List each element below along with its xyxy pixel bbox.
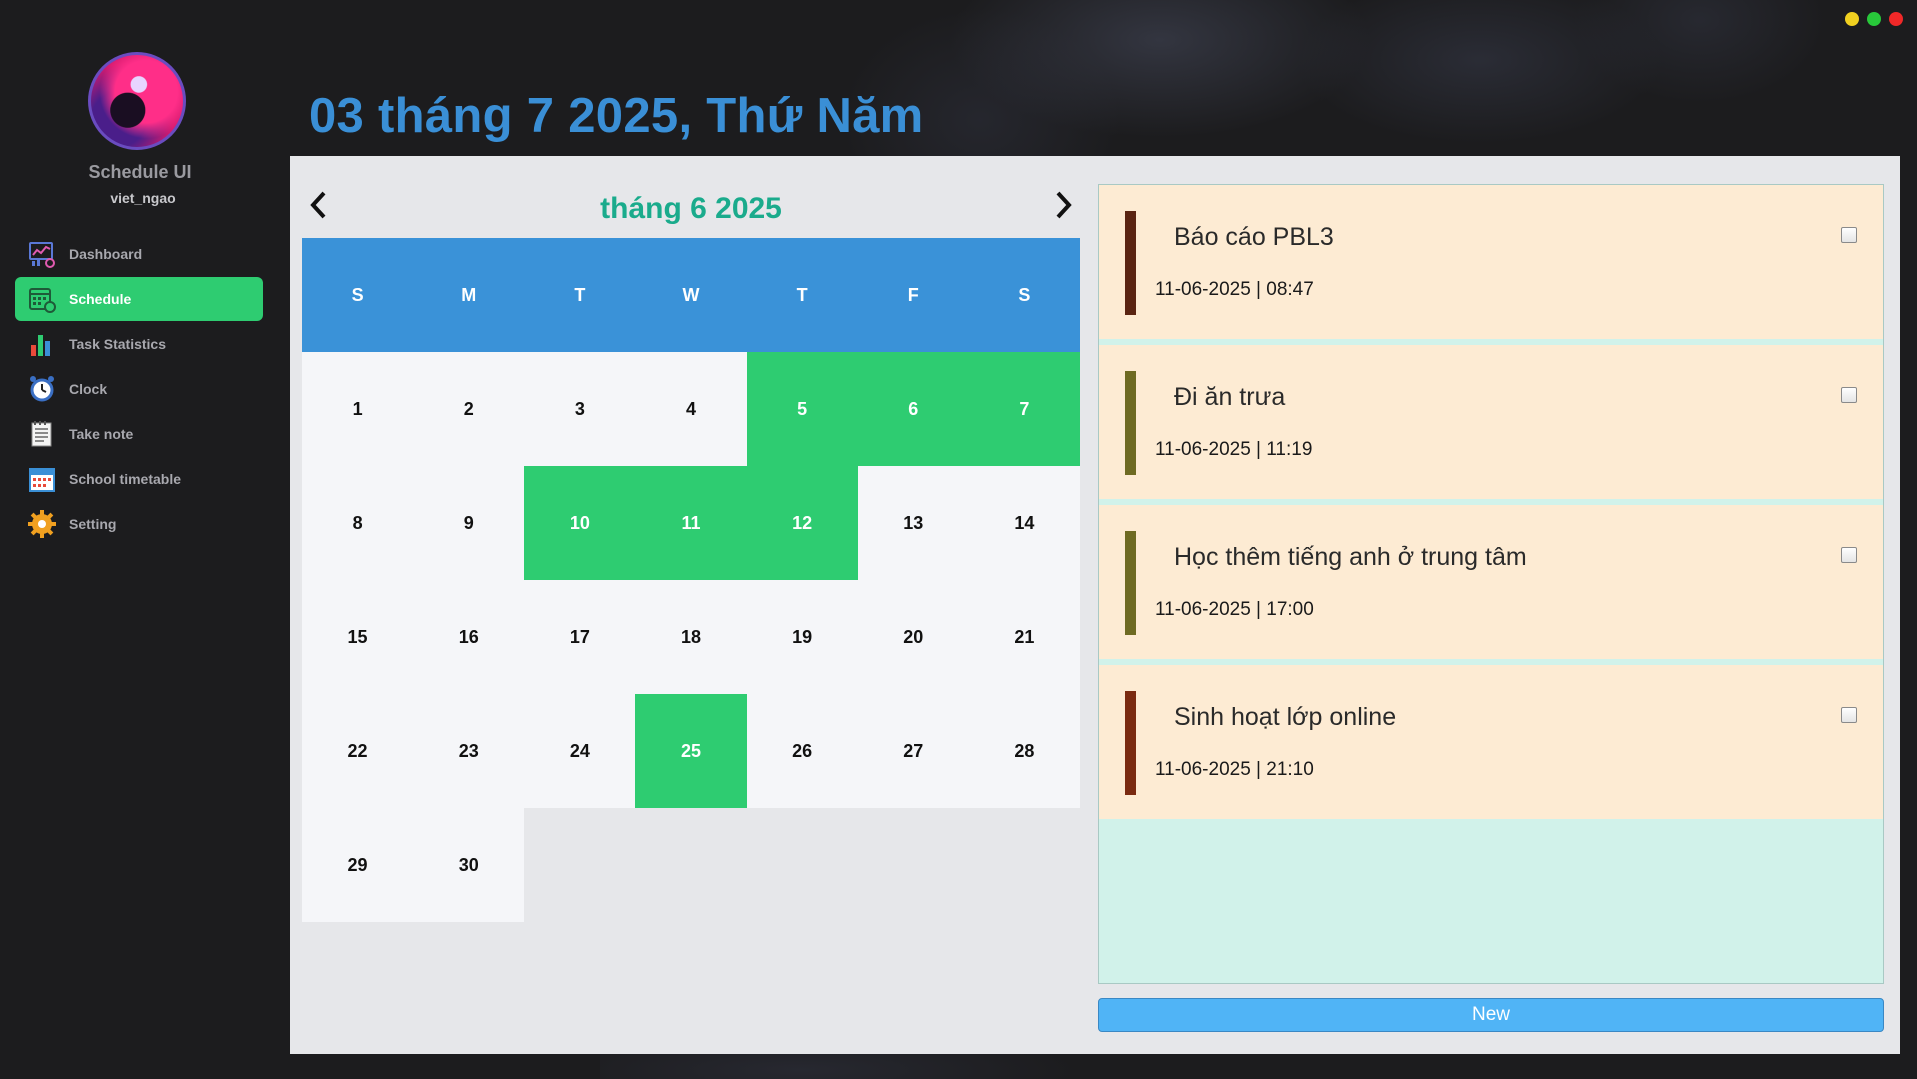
avatar[interactable] bbox=[88, 52, 186, 150]
calendar-day[interactable]: 4 bbox=[635, 352, 747, 466]
weekday-label: T bbox=[796, 284, 808, 305]
sidebar-item-schedule[interactable]: Schedule bbox=[15, 277, 263, 321]
task-title: Sinh hoạt lớp online bbox=[1174, 703, 1397, 731]
sidebar-item-label: Dashboard bbox=[69, 246, 143, 262]
calendar-day[interactable]: 30 bbox=[413, 808, 525, 922]
sidebar-item-label: Schedule bbox=[69, 291, 132, 307]
calendar-day[interactable]: 29 bbox=[302, 808, 414, 922]
calendar-day-highlighted[interactable]: 5 bbox=[746, 352, 858, 466]
calendar-icon bbox=[27, 284, 57, 314]
sidebar-item-school-timetable[interactable]: School timetable bbox=[15, 457, 263, 501]
bar-chart-icon bbox=[27, 329, 57, 359]
task-color-bar bbox=[1125, 371, 1136, 475]
month-title: tháng 6 2025 bbox=[600, 192, 782, 225]
calendar-day-highlighted[interactable]: 25 bbox=[635, 694, 747, 808]
weekday-label: S bbox=[351, 284, 364, 305]
sidebar-item-clock[interactable]: Clock bbox=[15, 367, 263, 411]
calendar: tháng 6 2025 S M T W T F S 1 2 3 4 5 6 7 8 9 10 11… bbox=[302, 180, 1080, 922]
app-name: Schedule UI bbox=[88, 162, 192, 182]
alarm-clock-icon bbox=[27, 374, 57, 404]
task-checkbox[interactable] bbox=[1841, 387, 1857, 403]
weekday-label: T bbox=[574, 284, 586, 305]
task-list: Báo cáo PBL3 11-06-2025 | 08:47 Đi ăn tr… bbox=[1098, 184, 1884, 984]
task-checkbox[interactable] bbox=[1841, 707, 1857, 723]
calendar-day[interactable]: 16 bbox=[413, 580, 525, 694]
sidebar-nav: Dashboard Schedule Task Statistics Clock… bbox=[15, 232, 263, 547]
task-title: Đi ăn trưa bbox=[1174, 383, 1286, 411]
task-time: 11-06-2025 | 21:10 bbox=[1155, 759, 1314, 780]
calendar-day[interactable]: 22 bbox=[302, 694, 414, 808]
calendar-day[interactable]: 20 bbox=[857, 580, 969, 694]
calendar-day[interactable]: 24 bbox=[524, 694, 636, 808]
page-title: 03 tháng 7 2025, Thứ Năm bbox=[309, 89, 924, 143]
sidebar-item-take-note[interactable]: Take note bbox=[15, 412, 263, 456]
weekday-label: F bbox=[907, 284, 919, 305]
task-card[interactable]: Sinh hoạt lớp online 11-06-2025 | 21:10 bbox=[1099, 665, 1883, 819]
calendar-day[interactable]: 19 bbox=[746, 580, 858, 694]
task-time: 11-06-2025 | 11:19 bbox=[1155, 439, 1313, 460]
weekday-label: M bbox=[461, 284, 477, 305]
task-checkbox[interactable] bbox=[1841, 227, 1857, 243]
weekday-header: S M T W T F S bbox=[302, 238, 1080, 352]
sidebar: Schedule UI viet_ngao Dashboard Schedule… bbox=[0, 0, 290, 1079]
task-card[interactable]: Học thêm tiếng anh ở trung tâm 11-06-202… bbox=[1099, 505, 1883, 659]
sidebar-item-setting[interactable]: Setting bbox=[15, 502, 263, 546]
calendar-day-highlighted[interactable]: 11 bbox=[635, 466, 747, 580]
task-title: Báo cáo PBL3 bbox=[1174, 223, 1334, 251]
calendar-day[interactable]: 14 bbox=[968, 466, 1080, 580]
close-button[interactable] bbox=[1889, 12, 1903, 26]
notepad-icon bbox=[27, 419, 57, 449]
sidebar-item-label: Setting bbox=[69, 516, 117, 532]
task-card[interactable]: Báo cáo PBL3 11-06-2025 | 08:47 bbox=[1099, 185, 1883, 339]
sidebar-item-dashboard[interactable]: Dashboard bbox=[15, 232, 263, 276]
day-grid: 1 2 3 4 5 6 7 8 9 10 11 12 13 14 15 16 17 18 19 20 21 22 23 24 2… bbox=[302, 352, 1080, 922]
calendar-day-highlighted[interactable]: 6 bbox=[857, 352, 969, 466]
next-month-button[interactable] bbox=[1046, 190, 1080, 224]
task-title: Học thêm tiếng anh ở trung tâm bbox=[1174, 543, 1527, 571]
weekday-label: S bbox=[1018, 284, 1031, 305]
calendar-header: tháng 6 2025 bbox=[302, 180, 1080, 238]
calendar-day[interactable]: 26 bbox=[746, 694, 858, 808]
sidebar-item-label: Task Statistics bbox=[69, 336, 167, 352]
calendar-day[interactable]: 18 bbox=[635, 580, 747, 694]
sidebar-item-label: Take note bbox=[69, 426, 134, 442]
calendar-day[interactable]: 13 bbox=[857, 466, 969, 580]
timetable-icon bbox=[27, 464, 57, 494]
task-color-bar bbox=[1125, 691, 1136, 795]
calendar-day-highlighted[interactable]: 10 bbox=[524, 466, 636, 580]
task-checkbox[interactable] bbox=[1841, 547, 1857, 563]
new-task-button[interactable]: New bbox=[1098, 998, 1884, 1032]
calendar-day[interactable]: 1 bbox=[302, 352, 414, 466]
calendar-day-highlighted[interactable]: 12 bbox=[746, 466, 858, 580]
calendar-day[interactable]: 8 bbox=[302, 466, 414, 580]
task-time: 11-06-2025 | 08:47 bbox=[1155, 279, 1314, 300]
calendar-day[interactable]: 9 bbox=[413, 466, 525, 580]
calendar-day[interactable]: 2 bbox=[413, 352, 525, 466]
task-color-bar bbox=[1125, 531, 1136, 635]
user-name: viet_ngao bbox=[110, 190, 176, 206]
weekday-label: W bbox=[682, 284, 700, 305]
task-card[interactable]: Đi ăn trưa 11-06-2025 | 11:19 bbox=[1099, 345, 1883, 499]
gear-icon bbox=[27, 509, 57, 539]
sidebar-item-task-statistics[interactable]: Task Statistics bbox=[15, 322, 263, 366]
window-controls bbox=[1845, 12, 1903, 26]
minimize-button[interactable] bbox=[1845, 12, 1859, 26]
task-time: 11-06-2025 | 17:00 bbox=[1155, 599, 1314, 620]
calendar-day[interactable]: 3 bbox=[524, 352, 636, 466]
calendar-day[interactable]: 21 bbox=[968, 580, 1080, 694]
sidebar-item-label: School timetable bbox=[69, 471, 182, 487]
chevron-right-icon bbox=[1051, 190, 1075, 225]
calendar-day-highlighted[interactable]: 7 bbox=[968, 352, 1080, 466]
calendar-day[interactable]: 27 bbox=[857, 694, 969, 808]
task-color-bar bbox=[1125, 211, 1136, 315]
calendar-day[interactable]: 15 bbox=[302, 580, 414, 694]
calendar-day[interactable]: 28 bbox=[968, 694, 1080, 808]
dashboard-icon bbox=[27, 239, 57, 269]
calendar-day[interactable]: 23 bbox=[413, 694, 525, 808]
calendar-day[interactable]: 17 bbox=[524, 580, 636, 694]
sidebar-item-label: Clock bbox=[69, 381, 108, 397]
maximize-button[interactable] bbox=[1867, 12, 1881, 26]
main-panel: tháng 6 2025 S M T W T F S 1 2 3 4 5 6 7 8 9 10 11… bbox=[290, 156, 1900, 1054]
